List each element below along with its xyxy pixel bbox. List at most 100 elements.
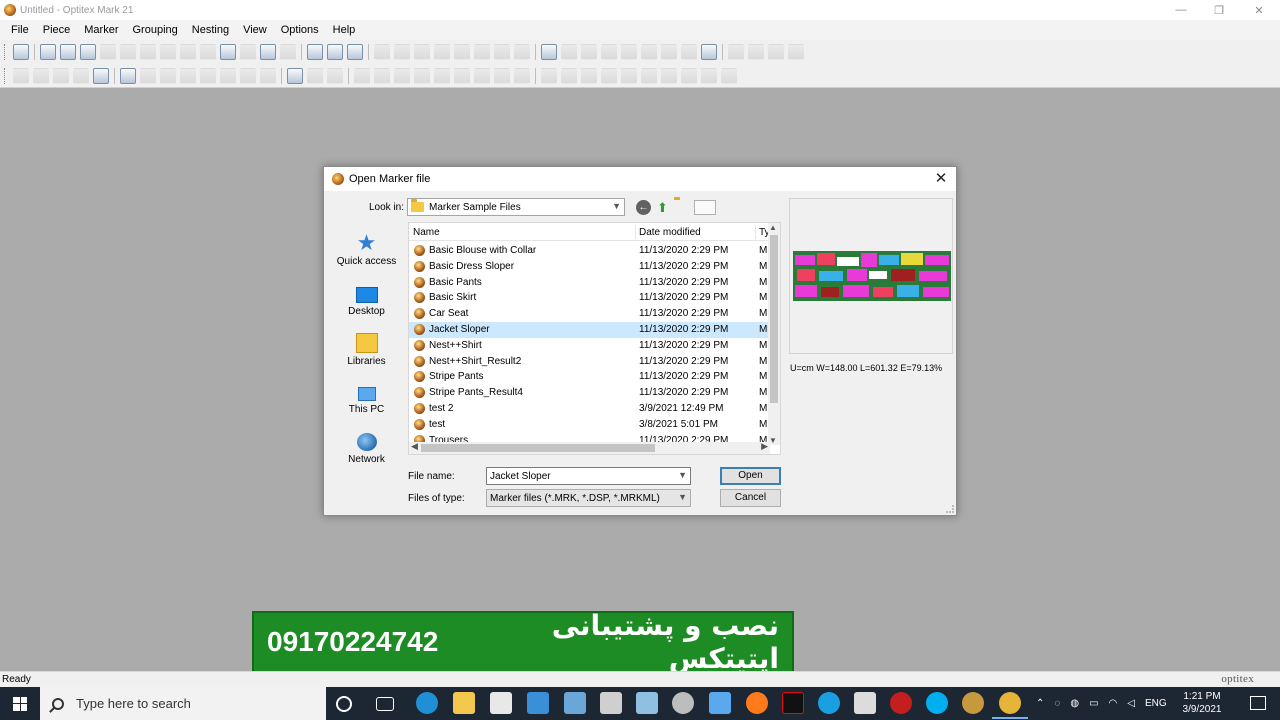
tool-icon[interactable] (661, 44, 677, 60)
up-folder-icon[interactable]: ⬆ (655, 200, 670, 215)
tool-icon[interactable] (641, 67, 657, 84)
toolbar-grip[interactable] (4, 67, 7, 84)
chevron-down-icon[interactable]: ▼ (678, 492, 687, 502)
mail-icon[interactable] (527, 692, 549, 714)
tool-icon[interactable] (541, 67, 557, 84)
tool-icon[interactable] (33, 67, 49, 84)
tool-icon[interactable] (561, 44, 577, 60)
tool-icon[interactable] (414, 44, 430, 60)
tool-icon[interactable] (414, 67, 430, 84)
file-row[interactable]: Jacket Sloper 11/13/2020 2:29 PM M (409, 321, 769, 338)
tool-icon[interactable] (641, 44, 657, 60)
tool-icon[interactable] (13, 67, 29, 84)
tool-icon[interactable] (581, 67, 597, 84)
tool-icon[interactable] (788, 44, 804, 60)
toolbar-grip[interactable] (4, 44, 7, 60)
tool-icon[interactable] (354, 67, 370, 84)
file-explorer-icon[interactable] (453, 692, 475, 714)
horizontal-scrollbar[interactable]: ◀ ▶ (409, 441, 770, 454)
tool-icon[interactable] (394, 67, 410, 84)
file-row[interactable]: Basic Blouse with Collar 11/13/2020 2:29 … (409, 243, 769, 259)
cortana-icon[interactable] (336, 696, 352, 712)
menu-grouping[interactable]: Grouping (126, 21, 185, 39)
cancel-button[interactable]: Cancel (720, 489, 781, 507)
volume-icon[interactable]: ◁ (1127, 698, 1135, 709)
firefox-icon[interactable] (746, 692, 768, 714)
scroll-up-icon[interactable]: ▲ (769, 223, 777, 232)
tool-icon[interactable] (160, 67, 176, 84)
tool-icon[interactable] (140, 67, 156, 84)
tool-icon[interactable] (581, 44, 597, 60)
file-row[interactable]: Stripe Pants_Result4 11/13/2020 2:29 PM M (409, 385, 769, 401)
maximize-button[interactable]: ❐ (1200, 0, 1238, 20)
tool-icon[interactable] (327, 67, 343, 84)
table-icon[interactable] (287, 67, 303, 84)
file-row[interactable]: Car Seat 11/13/2020 2:29 PM M (409, 306, 769, 322)
store-icon[interactable] (490, 692, 512, 714)
menu-marker[interactable]: Marker (77, 21, 125, 39)
file-row[interactable]: Basic Pants 11/13/2020 2:29 PM M (409, 275, 769, 291)
tool-icon[interactable] (748, 44, 764, 60)
file-row[interactable]: test 2 3/9/2021 12:49 PM M (409, 401, 769, 417)
file-row[interactable]: Nest++Shirt_Result2 11/13/2020 2:29 PM M (409, 354, 769, 370)
tool-icon[interactable] (394, 44, 410, 60)
tool-icon[interactable] (768, 44, 784, 60)
menu-help[interactable]: Help (326, 21, 363, 39)
edge-browser-icon[interactable] (416, 692, 438, 714)
menu-piece[interactable]: Piece (36, 21, 78, 39)
place-network[interactable]: Network (329, 433, 404, 479)
tool-icon[interactable] (701, 67, 717, 84)
tool-icon[interactable] (621, 44, 637, 60)
notification-icon[interactable] (1250, 696, 1266, 710)
tray-icon[interactable]: ◌ (1054, 698, 1060, 709)
zoom-fit-icon[interactable] (541, 44, 557, 60)
tool-icon[interactable] (661, 67, 677, 84)
file-name-field[interactable]: Jacket Sloper ▼ (486, 467, 691, 485)
tool-icon[interactable] (494, 44, 510, 60)
app-icon[interactable] (709, 692, 731, 714)
dialog-close-button[interactable]: ✕ (932, 170, 950, 188)
minimize-button[interactable]: — (1162, 0, 1200, 20)
scroll-thumb[interactable] (421, 444, 655, 452)
menu-file[interactable]: File (4, 21, 36, 39)
tool-icon[interactable] (454, 44, 470, 60)
language-indicator[interactable]: ENG (1145, 698, 1167, 709)
wifi-icon[interactable]: ◠ (1109, 698, 1118, 709)
tool-icon[interactable] (474, 44, 490, 60)
place-libraries[interactable]: Libraries (329, 333, 404, 379)
close-window-button[interactable]: ✕ (1240, 0, 1278, 20)
tool-icon[interactable] (240, 67, 256, 84)
tool-icon[interactable] (374, 44, 390, 60)
tool-icon[interactable] (514, 44, 530, 60)
scroll-down-icon[interactable]: ▼ (769, 436, 777, 445)
app-icon[interactable] (854, 692, 876, 714)
tool-icon[interactable] (220, 67, 236, 84)
app-icon[interactable] (636, 692, 658, 714)
tool-icon[interactable] (474, 67, 490, 84)
fabric-icon[interactable] (701, 44, 717, 60)
tool-icon[interactable] (120, 44, 136, 60)
menu-nesting[interactable]: Nesting (185, 21, 236, 39)
chevron-up-icon[interactable]: ⌃ (1036, 698, 1044, 709)
tool-icon[interactable] (601, 44, 617, 60)
menu-view[interactable]: View (236, 21, 274, 39)
place-this-pc[interactable]: This PC (329, 383, 404, 429)
app-icon[interactable] (962, 692, 984, 714)
tool-icon[interactable] (200, 44, 216, 60)
tool-icon[interactable] (140, 44, 156, 60)
back-arrow-icon[interactable]: ← (636, 200, 651, 215)
resize-grip[interactable] (946, 505, 954, 513)
tool-icon[interactable] (280, 44, 296, 60)
tool-icon[interactable] (53, 67, 69, 84)
tool-icon[interactable] (200, 67, 216, 84)
new-file-icon[interactable] (40, 44, 56, 60)
undo-icon[interactable] (160, 44, 176, 60)
tool-icon[interactable] (494, 67, 510, 84)
view-menu-icon[interactable] (694, 200, 716, 215)
scroll-thumb[interactable] (770, 235, 778, 403)
scroll-left-icon[interactable]: ◀ (411, 441, 418, 452)
report-icon[interactable] (347, 44, 363, 60)
select-tool-icon[interactable] (13, 44, 29, 60)
place-quick-access[interactable]: ★ Quick access (329, 232, 404, 279)
place-desktop[interactable]: Desktop (329, 283, 404, 329)
